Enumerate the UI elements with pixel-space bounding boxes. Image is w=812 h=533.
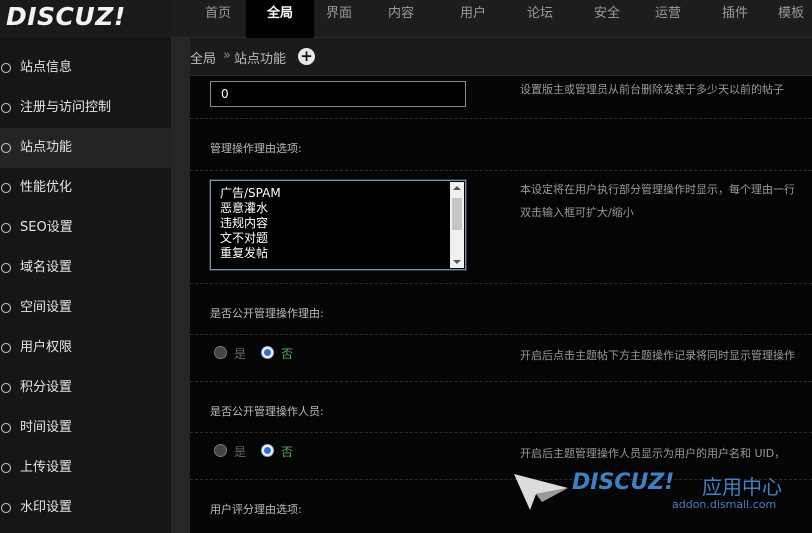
circle-icon: [1, 423, 11, 433]
scroll-down-icon[interactable]: [453, 260, 461, 264]
sidebar: 站点信息 注册与访问控制 站点功能 性能优化 SEO设置 域名设置 空间设置 用…: [0, 38, 171, 533]
sidebar-item-label: 时间设置: [20, 420, 73, 435]
reason-line: 违规内容: [220, 216, 269, 230]
sidebar-item-label: 水印设置: [20, 500, 73, 515]
breadcrumb-separator: »: [223, 48, 231, 63]
sidebar-item-time[interactable]: 时间设置: [0, 408, 171, 448]
reasons-title: 管理操作理由选项:: [210, 142, 302, 155]
reasons-lines: 广告/SPAM 恶意灌水 违规内容 文不对题 重复发帖: [220, 186, 281, 261]
sidebar-item-credits[interactable]: 积分设置: [0, 368, 171, 408]
sidebar-item-site-features[interactable]: 站点功能: [0, 128, 171, 168]
sidebar-item-label: 域名设置: [20, 260, 73, 275]
scroll-up-icon[interactable]: [453, 186, 461, 190]
sidebar-item-label: SEO设置: [20, 220, 73, 235]
nav-item-templates[interactable]: 模板: [776, 0, 806, 38]
sidebar-item-watermark[interactable]: 水印设置: [0, 488, 171, 528]
circle-icon: [1, 343, 11, 353]
watermark-brand: DISCUZ!: [572, 470, 675, 495]
add-icon[interactable]: +: [298, 48, 315, 65]
sidebar-divider: [171, 38, 190, 533]
public-reason-no-label[interactable]: 否: [281, 345, 293, 362]
sidebar-item-label: 积分设置: [20, 380, 73, 395]
public-reason-desc: 开启后点击主题帖下方主题操作记录将同时显示管理操作: [520, 349, 795, 362]
sidebar-item-performance[interactable]: 性能优化: [0, 168, 171, 208]
public-reason-title: 是否公开管理操作理由:: [210, 307, 324, 320]
sidebar-item-label: 空间设置: [20, 300, 73, 315]
sidebar-item-site-info[interactable]: 站点信息: [0, 48, 171, 88]
sidebar-item-label: 站点信息: [20, 60, 73, 75]
divider: [190, 381, 812, 382]
nav-item-interface[interactable]: 界面: [314, 0, 364, 38]
sidebar-item-label: 站点功能: [20, 140, 73, 155]
public-operator-no-radio[interactable]: [261, 444, 274, 457]
logo[interactable]: DISCUZ!: [0, 0, 171, 38]
sidebar-item-label: 上传设置: [20, 460, 73, 475]
textarea-scrollbar[interactable]: [450, 182, 464, 268]
nav-item-content[interactable]: 内容: [364, 0, 438, 38]
nav-item-users[interactable]: 用户: [438, 0, 508, 38]
delete-days-desc: 设置版主或管理员从前台删除发表于多少天以前的帖子: [520, 83, 784, 96]
sidebar-item-user-permissions[interactable]: 用户权限: [0, 328, 171, 368]
nav-item-security[interactable]: 安全: [572, 0, 642, 38]
delete-days-input[interactable]: 0: [210, 81, 466, 107]
rate-reasons-title: 用户评分理由选项:: [210, 503, 302, 516]
nav-item-forum[interactable]: 论坛: [508, 0, 572, 38]
public-operator-yes-label[interactable]: 是: [234, 443, 246, 460]
public-operator-yes-radio[interactable]: [214, 444, 227, 457]
reason-line: 文不对题: [220, 231, 269, 245]
public-reason-yes-label[interactable]: 是: [234, 345, 246, 362]
reason-line: 重复发帖: [220, 246, 269, 260]
public-operator-no-label[interactable]: 否: [281, 443, 293, 460]
nav-item-global[interactable]: 全局: [246, 0, 314, 38]
watermark-url: addon.dismall.com: [672, 498, 777, 511]
circle-icon: [1, 303, 11, 313]
circle-icon: [1, 143, 11, 153]
reason-line: 恶意灌水: [220, 201, 269, 215]
nav-item-home[interactable]: 首页: [190, 0, 246, 38]
reasons-textarea[interactable]: 广告/SPAM 恶意灌水 违规内容 文不对题 重复发帖: [210, 180, 466, 270]
reasons-desc: 本设定将在用户执行部分管理操作时显示，每个理由一行: [520, 183, 795, 196]
sidebar-item-label: 性能优化: [20, 180, 73, 195]
top-nav: 首页 全局 界面 内容 用户 论坛 安全 运营 插件 模板: [190, 0, 806, 38]
circle-icon: [1, 503, 11, 513]
circle-icon: [1, 383, 11, 393]
divider: [190, 118, 812, 119]
breadcrumb-root[interactable]: 全局: [190, 48, 216, 67]
sidebar-item-upload[interactable]: 上传设置: [0, 448, 171, 488]
sidebar-item-label: 用户权限: [20, 340, 73, 355]
sidebar-item-seo[interactable]: SEO设置: [0, 208, 171, 248]
reasons-desc-2: 双击输入框可扩大/缩小: [520, 206, 634, 219]
public-reason-no-radio[interactable]: [261, 346, 274, 359]
divider: [190, 283, 812, 284]
sidebar-item-space[interactable]: 空间设置: [0, 288, 171, 328]
circle-icon: [1, 263, 11, 273]
sidebar-item-domain[interactable]: 域名设置: [0, 248, 171, 288]
breadcrumb: 全局 » 站点功能 +: [190, 38, 812, 76]
logo-text: DISCUZ!: [6, 2, 126, 31]
circle-icon: [1, 463, 11, 473]
top-bar: DISCUZ! 首页 全局 界面 内容 用户 论坛 安全 运营 插件 模板: [0, 0, 812, 38]
settings-panel: 0 设置版主或管理员从前台删除发表于多少天以前的帖子 管理操作理由选项: 广告/…: [190, 76, 812, 533]
circle-icon: [1, 63, 11, 73]
breadcrumb-current: 站点功能: [234, 52, 287, 67]
public-operator-title: 是否公开管理操作人员:: [210, 405, 324, 418]
divider: [190, 334, 812, 335]
public-operator-desc: 开启后主题管理操作人员显示为用户的用户名和 UID，: [520, 447, 786, 460]
nav-item-plugins[interactable]: 插件: [694, 0, 776, 38]
public-reason-yes-radio[interactable]: [214, 346, 227, 359]
sidebar-item-label: 注册与访问控制: [20, 100, 112, 115]
circle-icon: [1, 183, 11, 193]
nav-item-operations[interactable]: 运营: [642, 0, 694, 38]
watermark-cn: 应用中心: [702, 475, 782, 499]
divider: [190, 170, 812, 171]
paper-plane-icon: [514, 474, 568, 510]
circle-icon: [1, 223, 11, 233]
divider: [190, 432, 812, 433]
sidebar-item-register-access[interactable]: 注册与访问控制: [0, 88, 171, 128]
scrollbar-thumb[interactable]: [452, 198, 462, 230]
circle-icon: [1, 103, 11, 113]
watermark: DISCUZ! 应用中心 addon.dismall.com: [512, 468, 802, 518]
reason-line: 广告/SPAM: [220, 186, 281, 200]
